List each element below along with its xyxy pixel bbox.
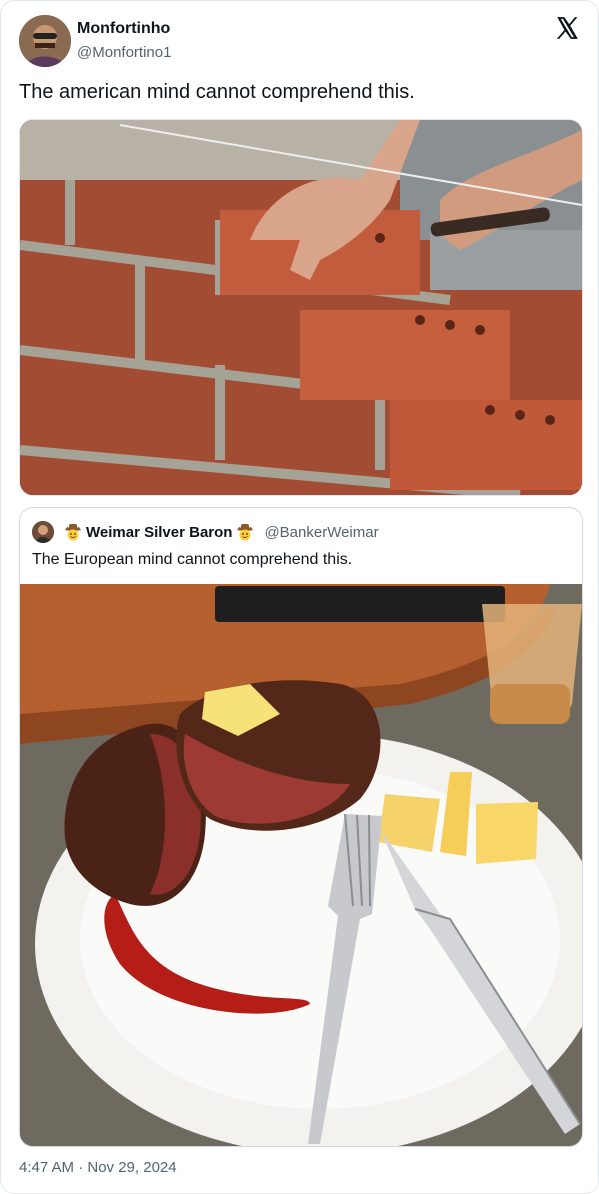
author-name[interactable]: Monfortinho (77, 20, 170, 38)
quoted-tweet-header: Weimar Silver Baron @BankerWeimar (32, 521, 570, 543)
x-logo-icon[interactable] (554, 15, 580, 41)
quoted-tweet-text: The European mind cannot comprehend this… (32, 551, 353, 568)
quoted-author-avatar[interactable] (32, 521, 54, 543)
avatar-image (19, 15, 71, 67)
author-avatar[interactable] (19, 15, 71, 67)
author-handle[interactable]: @Monfortino1 (77, 44, 171, 61)
tweet-image-bricklaying[interactable] (19, 119, 583, 496)
cowboy-emoji-icon (236, 523, 254, 541)
cowboy-emoji-icon (64, 523, 82, 541)
tweet-header: Monfortinho @Monfortino1 (19, 15, 580, 67)
tweet-timestamp[interactable]: 4:47 AM · Nov 29, 2024 (19, 1159, 177, 1176)
quoted-tweet[interactable]: Weimar Silver Baron @BankerWeimar The Eu… (19, 507, 583, 1147)
quoted-author-handle[interactable]: @BankerWeimar (264, 524, 378, 541)
tweet-text: The american mind cannot comprehend this… (19, 81, 415, 103)
quoted-author-name[interactable]: Weimar Silver Baron (86, 524, 232, 541)
tweet-card: Monfortinho @Monfortino1 The american mi… (0, 0, 599, 1194)
quoted-tweet-image-steak[interactable] (20, 584, 582, 1146)
